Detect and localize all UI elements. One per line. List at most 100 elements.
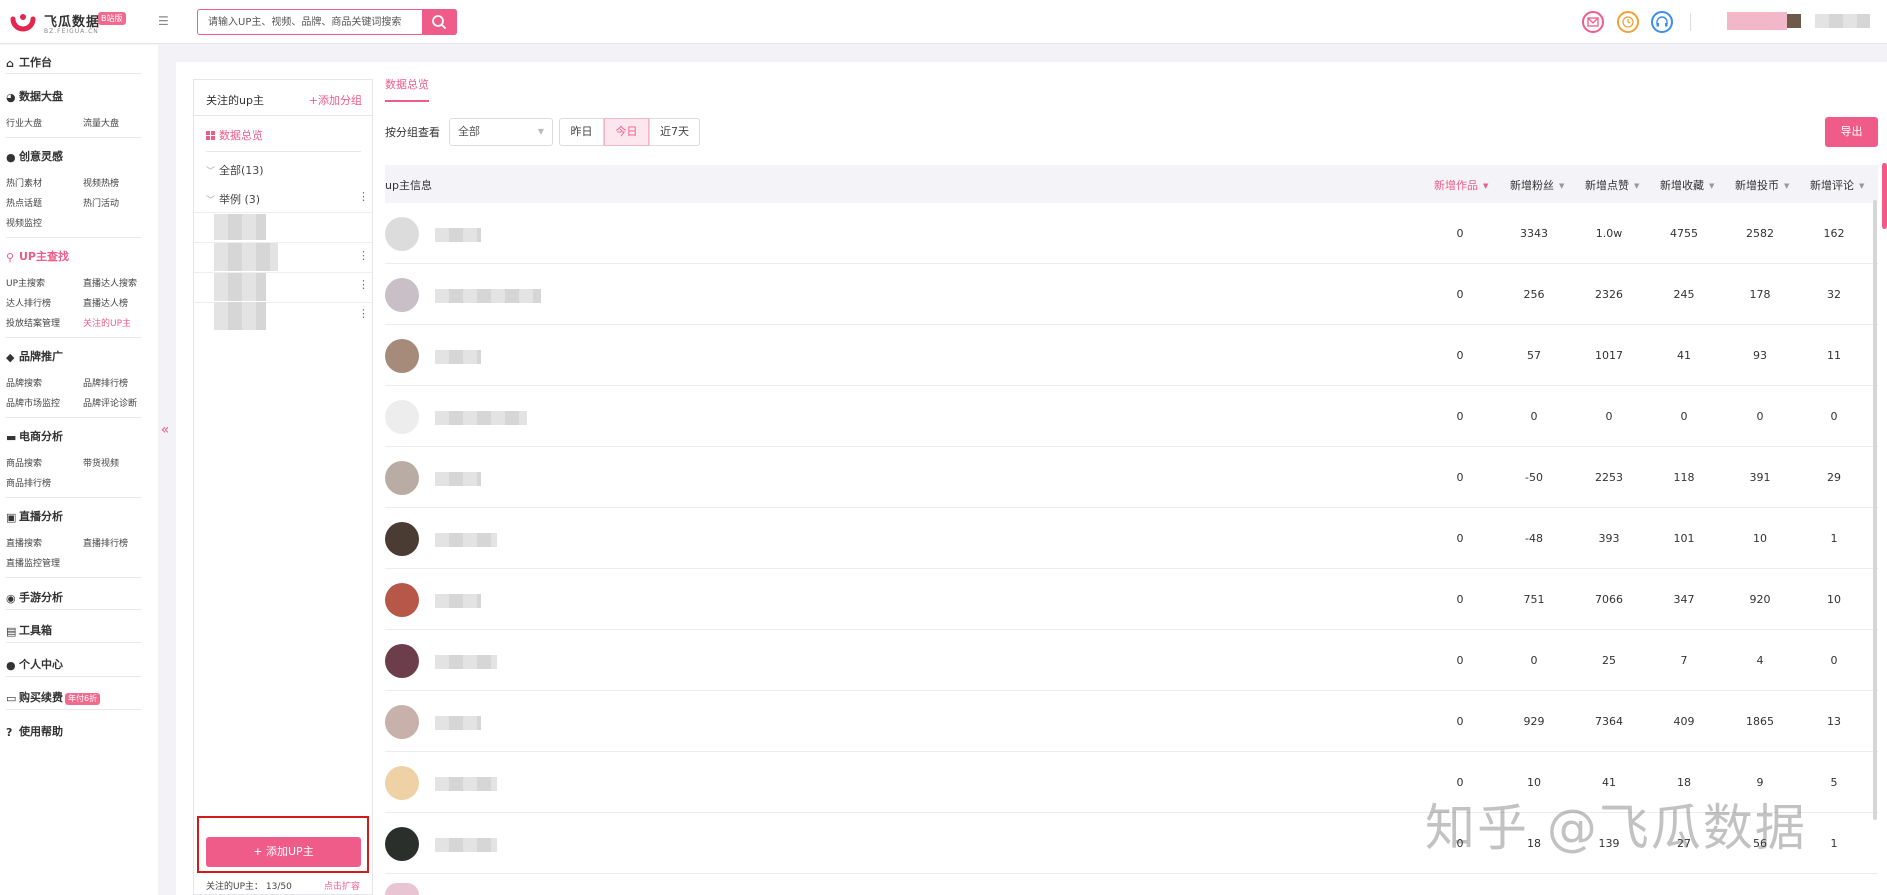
user-avatar-thumb[interactable] bbox=[1787, 14, 1801, 28]
avatar[interactable] bbox=[385, 339, 419, 373]
group-select[interactable]: 全部 ▼ bbox=[449, 118, 553, 146]
sidebar-item-toolbox[interactable]: ▤ 工具箱 bbox=[6, 622, 52, 638]
sidebar-item-data-board[interactable]: ◕ 数据大盘 bbox=[6, 88, 63, 104]
sidebar-item-creative[interactable]: ● 创意灵感 bbox=[6, 148, 63, 164]
followed-up-item[interactable] bbox=[214, 273, 266, 301]
sidebar-sub-traffic-board[interactable]: 流量大盘 bbox=[83, 116, 119, 129]
avatar[interactable] bbox=[385, 883, 419, 895]
table-row[interactable]: 0 929 7364 409 1865 13 bbox=[385, 691, 1878, 752]
up-name[interactable] bbox=[435, 472, 481, 486]
col-new-likes[interactable]: 新增点赞 ▼ bbox=[1585, 177, 1639, 193]
range-today[interactable]: 今日 bbox=[604, 118, 649, 146]
sidebar-sub-industry-board[interactable]: 行业大盘 bbox=[6, 116, 42, 129]
sidebar-sub-live-talent-rank[interactable]: 直播达人榜 bbox=[83, 296, 128, 309]
data-overview-link[interactable]: 数据总览 bbox=[206, 127, 263, 143]
sidebar-sub-brand-comment[interactable]: 品牌评论诊断 bbox=[83, 396, 137, 409]
search-button[interactable] bbox=[422, 9, 457, 35]
table-row[interactable]: 0 3343 1.0w 4755 2582 162 bbox=[385, 203, 1878, 264]
avatar[interactable] bbox=[385, 766, 419, 800]
side-float-tab[interactable] bbox=[1882, 163, 1887, 229]
item-more-icon[interactable]: ⋮ bbox=[358, 308, 369, 319]
sidebar-sub-up-search[interactable]: UP主搜索 bbox=[6, 276, 45, 289]
up-name[interactable] bbox=[435, 533, 497, 547]
sidebar-item-help[interactable]: ? 使用帮助 bbox=[6, 723, 63, 739]
search-input[interactable] bbox=[198, 10, 422, 34]
item-more-icon[interactable]: ⋮ bbox=[358, 279, 369, 290]
avatar[interactable] bbox=[385, 644, 419, 678]
tab-data-overview[interactable]: 数据总览 bbox=[385, 76, 429, 102]
followed-up-item[interactable] bbox=[214, 214, 266, 240]
col-new-works[interactable]: 新增作品 ▼ bbox=[1434, 177, 1488, 193]
avatar[interactable] bbox=[385, 461, 419, 495]
followed-up-item[interactable] bbox=[214, 243, 278, 271]
avatar[interactable] bbox=[385, 705, 419, 739]
sidebar-sub-sales-video[interactable]: 带货视频 bbox=[83, 456, 119, 469]
export-button[interactable]: 导出 bbox=[1825, 117, 1878, 147]
sidebar-sub-live-rank[interactable]: 直播排行榜 bbox=[83, 536, 128, 549]
col-new-fans[interactable]: 新增粉丝 ▼ bbox=[1510, 177, 1564, 193]
up-name[interactable] bbox=[435, 411, 527, 425]
col-new-comments[interactable]: 新增评论 ▼ bbox=[1810, 177, 1864, 193]
table-row[interactable]: 0 -50 2253 118 391 29 bbox=[385, 447, 1878, 508]
avatar[interactable] bbox=[385, 217, 419, 251]
mail-icon[interactable] bbox=[1582, 11, 1604, 33]
headset-icon[interactable] bbox=[1651, 11, 1673, 33]
brand-logo[interactable]: 飞瓜数据 B站版 BZ.FEIGUA.CN bbox=[10, 8, 160, 38]
range-7days[interactable]: 近7天 bbox=[649, 118, 700, 146]
table-row[interactable]: 0 57 1017 41 93 11 bbox=[385, 325, 1878, 386]
table-row[interactable]: 0 0 25 7 4 0 bbox=[385, 630, 1878, 691]
group-more-icon[interactable]: ⋮ bbox=[358, 191, 369, 202]
sidebar-sub-campaign-manage[interactable]: 投放结案管理 bbox=[6, 316, 60, 329]
sidebar-item-ecommerce[interactable]: ▬ 电商分析 bbox=[6, 428, 63, 444]
up-name[interactable] bbox=[435, 350, 481, 364]
sidebar-sub-talent-rank[interactable]: 达人排行榜 bbox=[6, 296, 51, 309]
expand-quota-link[interactable]: 点击扩容 bbox=[324, 879, 360, 892]
avatar[interactable] bbox=[385, 827, 419, 861]
col-new-favorites[interactable]: 新增收藏 ▼ bbox=[1660, 177, 1714, 193]
sidebar-sub-brand-rank[interactable]: 品牌排行榜 bbox=[83, 376, 128, 389]
sidebar-sub-hot-activity[interactable]: 热门活动 bbox=[83, 196, 119, 209]
sidebar-item-up-search[interactable]: ⚲ UP主查找 bbox=[6, 248, 69, 264]
followed-up-item[interactable] bbox=[214, 302, 266, 330]
clock-icon[interactable] bbox=[1617, 11, 1639, 33]
up-name[interactable] bbox=[435, 594, 481, 608]
sidebar-sub-brand-market[interactable]: 品牌市场监控 bbox=[6, 396, 60, 409]
sidebar-item-workbench[interactable]: ⌂ 工作台 bbox=[6, 54, 52, 70]
sidebar-item-live[interactable]: ▣ 直播分析 bbox=[6, 508, 63, 524]
table-row[interactable]: 0 256 2326 245 178 32 bbox=[385, 264, 1878, 325]
menu-toggle-icon[interactable]: ☰ bbox=[158, 15, 172, 27]
up-name[interactable] bbox=[435, 716, 481, 730]
table-row[interactable]: 0 0 0 0 0 0 bbox=[385, 386, 1878, 447]
item-more-icon[interactable]: ⋮ bbox=[358, 250, 369, 261]
avatar[interactable] bbox=[385, 522, 419, 556]
avatar[interactable] bbox=[385, 583, 419, 617]
avatar[interactable] bbox=[1727, 12, 1787, 30]
sidebar-sub-product-search[interactable]: 商品搜索 bbox=[6, 456, 42, 469]
sidebar-item-mobile-game[interactable]: ◉ 手游分析 bbox=[6, 589, 63, 605]
sidebar-item-profile[interactable]: ● 个人中心 bbox=[6, 656, 63, 672]
sidebar-sub-live-talent-search[interactable]: 直播达人搜索 bbox=[83, 276, 137, 289]
sidebar-sub-followed-up[interactable]: 关注的UP主 bbox=[83, 316, 131, 329]
range-yesterday[interactable]: 昨日 bbox=[559, 118, 604, 146]
sidebar-sub-hot-topic[interactable]: 热点话题 bbox=[6, 196, 42, 209]
sidebar-sub-live-monitor[interactable]: 直播监控管理 bbox=[6, 556, 60, 569]
group-all[interactable]: ﹀ 全部(13) bbox=[206, 162, 264, 178]
sidebar-sub-live-search[interactable]: 直播搜索 bbox=[6, 536, 42, 549]
up-name[interactable] bbox=[435, 289, 541, 303]
sidebar-sub-video-monitor[interactable]: 视频监控 bbox=[6, 216, 42, 229]
up-name[interactable] bbox=[435, 228, 481, 242]
add-group-button[interactable]: +添加分组 bbox=[309, 92, 362, 108]
up-name[interactable] bbox=[435, 838, 497, 852]
sidebar-sub-hot-material[interactable]: 热门素材 bbox=[6, 176, 42, 189]
up-name[interactable] bbox=[435, 655, 497, 669]
sidebar-sub-brand-search[interactable]: 品牌搜索 bbox=[6, 376, 42, 389]
group-example[interactable]: ﹀ 举例 (3) bbox=[206, 191, 260, 207]
avatar[interactable] bbox=[385, 278, 419, 312]
sidebar-sub-product-rank[interactable]: 商品排行榜 bbox=[6, 476, 51, 489]
sidebar-item-purchase[interactable]: ▭ 购买续费 年付6折 bbox=[6, 689, 101, 705]
sidebar-item-brand[interactable]: ◆ 品牌推广 bbox=[6, 348, 63, 364]
sidebar-sub-video-rank[interactable]: 视频热榜 bbox=[83, 176, 119, 189]
table-row[interactable]: 0 -48 393 101 10 1 bbox=[385, 508, 1878, 569]
table-row[interactable]: 0 751 7066 347 920 10 bbox=[385, 569, 1878, 630]
up-name[interactable] bbox=[435, 777, 497, 791]
